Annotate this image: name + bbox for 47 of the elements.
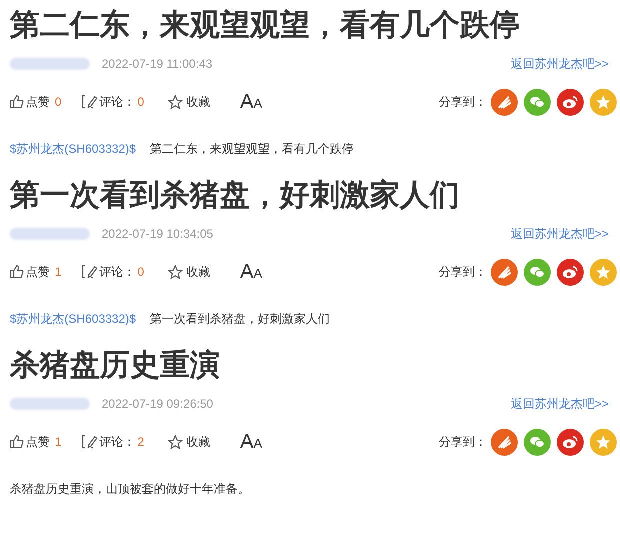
font-size-button[interactable]: AA <box>240 257 262 287</box>
font-size-button[interactable]: AA <box>240 427 262 457</box>
edit-icon <box>82 435 98 449</box>
stock-link[interactable]: $苏州龙杰(SH603332)$ <box>10 142 136 156</box>
edit-icon <box>82 265 98 279</box>
share-label: 分享到： <box>439 264 487 281</box>
eye-icon[interactable] <box>557 258 584 286</box>
chat-icon[interactable] <box>524 428 551 456</box>
chat-icon[interactable] <box>524 258 551 286</box>
like-button[interactable]: 点赞 1 <box>10 263 62 281</box>
comment-button[interactable]: 评论： 0 <box>82 93 144 111</box>
comment-button[interactable]: 评论： 2 <box>82 433 144 451</box>
favorite-button[interactable]: 收藏 <box>168 93 210 111</box>
back-link[interactable]: 返回苏州龙杰吧>> <box>510 55 609 73</box>
post-time: 2022-07-19 09:26:50 <box>102 396 214 413</box>
eye-icon[interactable] <box>557 88 584 116</box>
post-title: 第二仁东，来观望观望，看有几个跌停 <box>10 8 521 44</box>
font-size-button[interactable]: AA <box>240 87 262 117</box>
share-label: 分享到： <box>439 434 487 451</box>
favorite-button[interactable]: 收藏 <box>168 433 210 451</box>
star-outline-icon <box>168 94 184 110</box>
eye-icon[interactable] <box>557 428 584 456</box>
fan-icon[interactable] <box>491 88 518 116</box>
comment-button[interactable]: 评论： 0 <box>82 263 144 281</box>
post-body: 杀猪盘历史重演，山顶被套的做好十年准备。 <box>10 481 251 498</box>
post-time: 2022-07-19 11:00:43 <box>102 56 213 73</box>
fan-icon[interactable] <box>491 428 518 456</box>
post-body: $苏州龙杰(SH603332)$ 第一次看到杀猪盘，好刺激家人们 <box>10 311 332 328</box>
like-button[interactable]: 点赞 1 <box>10 433 62 451</box>
post-body: $苏州龙杰(SH603332)$ 第二仁东，来观望观望，看有几个跌停 <box>10 141 356 158</box>
thumbs-up-icon <box>10 95 24 109</box>
favorite-button[interactable]: 收藏 <box>168 263 210 281</box>
share-label: 分享到： <box>439 94 487 111</box>
star-outline-icon <box>168 434 184 450</box>
thumbs-up-icon <box>10 435 24 449</box>
post-time: 2022-07-19 10:34:05 <box>102 226 214 243</box>
star-outline-icon <box>168 264 184 280</box>
back-link[interactable]: 返回苏州龙杰吧>> <box>510 225 609 243</box>
thumbs-up-icon <box>10 265 24 279</box>
post-title: 杀猪盘历史重演 <box>10 348 221 384</box>
fan-icon[interactable] <box>491 258 518 286</box>
chat-icon[interactable] <box>524 88 551 116</box>
post-title: 第一次看到杀猪盘，好刺激家人们 <box>10 178 461 214</box>
back-link[interactable]: 返回苏州龙杰吧>> <box>510 395 609 413</box>
stock-link[interactable]: $苏州龙杰(SH603332)$ <box>10 312 136 326</box>
edit-icon <box>82 95 98 109</box>
like-button[interactable]: 点赞 0 <box>10 93 62 111</box>
